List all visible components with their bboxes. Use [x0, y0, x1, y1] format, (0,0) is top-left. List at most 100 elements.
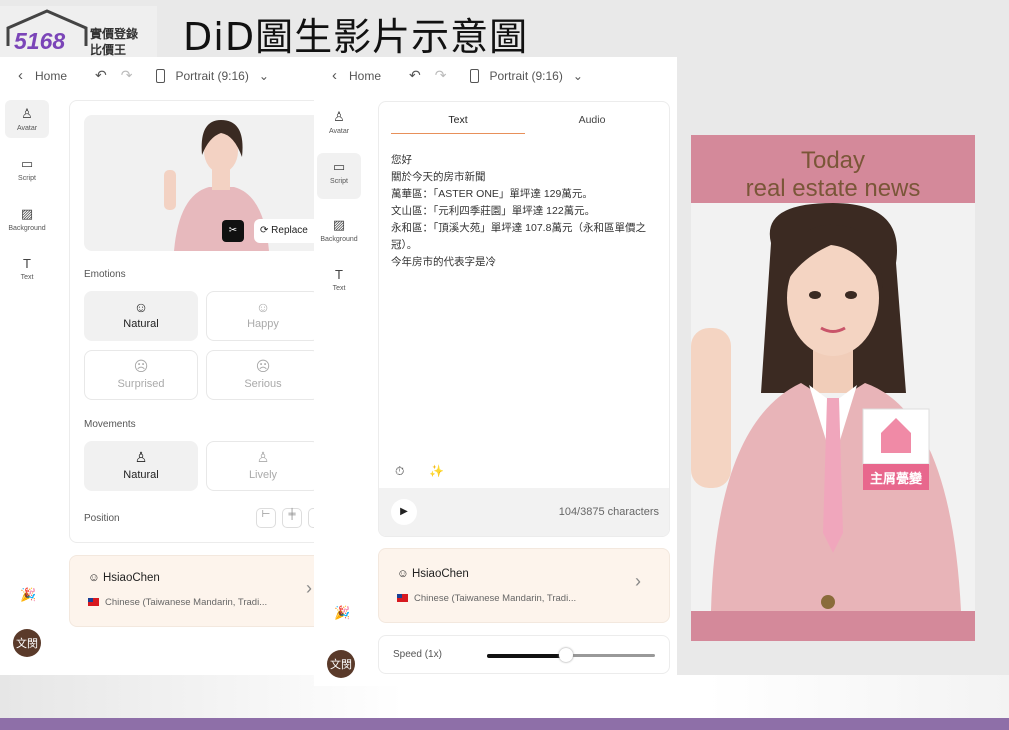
format-select[interactable]: Portrait (9:16): [489, 69, 562, 83]
nav-script[interactable]: ▭ Script: [317, 153, 361, 199]
preview-title-line1: Today: [800, 147, 866, 174]
redo-icon[interactable]: ↷: [435, 67, 447, 84]
nav-avatar[interactable]: ♙ Avatar: [5, 100, 49, 138]
movement-label: Lively: [248, 469, 278, 481]
movement-label: Natural: [123, 469, 159, 481]
home-link[interactable]: Home: [349, 69, 381, 83]
voice-avatar-icon: ☺: [88, 572, 103, 584]
nav-text[interactable]: T Text: [5, 250, 49, 287]
voice-selector[interactable]: ☺ HsiaoChen Chinese (Taiwanese Mandarin,…: [69, 555, 329, 627]
confetti-icon[interactable]: 🎉: [334, 605, 350, 621]
chevron-down-icon[interactable]: ⌄: [259, 69, 269, 83]
refresh-icon: ⟳: [260, 225, 272, 236]
text-icon: T: [335, 267, 343, 282]
voice-avatar-icon: ☺: [397, 568, 412, 580]
surprised-face-icon: ☹: [133, 358, 149, 374]
middle-editor-panel: ‹ Home ↶ ↷ Portrait (9:16) ⌄ ♙ Avatar ▭ Sc…: [314, 57, 677, 686]
logo: 5168 實價登錄 比價王: [0, 6, 157, 58]
left-editor-panel: ‹ Home ↶ ↷ Portrait (9:16) ⌄ ♙ Avatar ▭ Sc…: [0, 57, 329, 675]
presenter-image: 主屑甍變: [691, 203, 975, 611]
play-button[interactable]: ▶: [391, 499, 417, 525]
slide-title: DiD圖生影片示意圖: [183, 15, 529, 59]
taiwan-flag-icon: [88, 598, 99, 607]
chevron-down-icon[interactable]: ⌄: [573, 69, 583, 83]
nav-label: Avatar: [328, 128, 350, 135]
home-link[interactable]: Home: [35, 69, 67, 83]
tab-audio[interactable]: Audio: [525, 114, 659, 126]
back-icon[interactable]: ‹: [18, 67, 23, 84]
taiwan-flag-icon: [397, 594, 408, 603]
happy-face-icon: ☺: [255, 299, 271, 315]
avatar-thumbnail: ✂ ⟳ Replace: [84, 115, 324, 251]
character-count: 104/3875 characters: [558, 506, 659, 518]
toolbar: ‹ Home ↶ ↷ Portrait (9:16) ⌄: [332, 67, 583, 84]
movement-lively[interactable]: ♙ Lively: [206, 441, 320, 491]
nav-background[interactable]: ▨ Background: [5, 200, 49, 238]
preview-title: Today real estate news: [691, 147, 975, 203]
hatch-icon: ▨: [332, 217, 346, 232]
chevron-right-icon: ›: [306, 578, 312, 598]
phone-icon: [470, 68, 480, 83]
speech-bubble-icon: ▭: [20, 156, 34, 171]
nav-label: Background: [320, 236, 358, 243]
timer-icon[interactable]: ⏱: [395, 464, 404, 479]
logo-line1: 實價登錄: [90, 27, 139, 41]
speed-slider[interactable]: [487, 648, 655, 662]
undo-icon[interactable]: ↶: [409, 67, 421, 84]
scissors-icon[interactable]: ✂: [222, 220, 244, 242]
emotion-natural[interactable]: ☺ Natural: [84, 291, 198, 341]
nav-background[interactable]: ▨ Background: [317, 211, 361, 249]
movements-label: Movements: [84, 419, 136, 430]
confetti-icon[interactable]: 🎉: [20, 587, 36, 603]
preview-title-line2: real estate news: [745, 175, 921, 202]
redo-icon[interactable]: ↷: [121, 67, 133, 84]
speed-label: Speed (1x): [393, 649, 442, 660]
emotion-label: Happy: [247, 318, 279, 330]
serious-face-icon: ☹: [255, 358, 271, 374]
nav-label: Avatar: [16, 125, 38, 132]
nav-label: Script: [330, 178, 348, 185]
person-standing-icon: ♙: [134, 449, 148, 465]
avatar-settings-card: ✂ ⟳ Replace Emotions ☺ Natural ☺ Happy ☹ Su…: [69, 100, 329, 543]
speed-slider-fill: [487, 653, 566, 658]
emotion-happy[interactable]: ☺ Happy: [206, 291, 320, 341]
undo-icon[interactable]: ↶: [95, 67, 107, 84]
emotion-label: Serious: [244, 378, 282, 390]
movement-natural[interactable]: ♙ Natural: [84, 441, 198, 491]
voice-name: HsiaoChen: [411, 568, 469, 580]
voice-language: Chinese (Taiwanese Mandarin, Tradi...: [105, 597, 268, 608]
nav-label: Text: [332, 285, 346, 292]
magic-wand-icon[interactable]: ✨: [429, 464, 444, 478]
video-preview: Today real estate news 主屑甍變: [691, 135, 975, 641]
align-center-icon[interactable]: ╪: [282, 508, 302, 528]
back-icon[interactable]: ‹: [332, 67, 337, 84]
emotion-label: Natural: [123, 318, 159, 330]
script-textarea[interactable]: 您好 關於今天的房市新聞 萬華區：「ASTER ONE」單坪達 129萬元。 文…: [391, 152, 661, 271]
tab-text[interactable]: Text: [391, 114, 525, 134]
nav-avatar[interactable]: ♙ Avatar: [317, 103, 361, 141]
align-left-icon[interactable]: ⊢: [256, 508, 276, 528]
nav-label: Text: [20, 274, 34, 281]
user-avatar[interactable]: 文閔: [327, 650, 355, 678]
neutral-face-icon: ☺: [133, 299, 149, 315]
speed-slider-thumb[interactable]: [558, 648, 573, 662]
user-avatar[interactable]: 文閔: [13, 629, 41, 657]
voice-language: Chinese (Taiwanese Mandarin, Tradi...: [414, 593, 577, 604]
person-icon: ♙: [21, 106, 33, 121]
nav-text[interactable]: T Text: [317, 261, 361, 298]
emotion-serious[interactable]: ☹ Serious: [206, 350, 320, 400]
voice-name: HsiaoChen: [102, 572, 160, 584]
position-label: Position: [84, 513, 120, 524]
nav-script[interactable]: ▭ Script: [5, 150, 49, 188]
voice-selector[interactable]: ☺ HsiaoChen Chinese (Taiwanese Mandarin,…: [378, 548, 670, 623]
person-icon: ♙: [333, 109, 345, 124]
emotion-surprised[interactable]: ☹ Surprised: [84, 350, 198, 400]
logo-number: 5168: [14, 28, 66, 54]
text-icon: T: [23, 256, 31, 271]
toolbar: ‹ Home ↶ ↷ Portrait (9:16) ⌄: [18, 67, 269, 84]
format-select[interactable]: Portrait (9:16): [175, 69, 248, 83]
phone-icon: [156, 68, 166, 83]
speech-bubble-icon: ▭: [332, 159, 346, 174]
script-card: Text Audio 您好 關於今天的房市新聞 萬華區：「ASTER ONE」單…: [378, 101, 670, 537]
emotion-label: Surprised: [117, 378, 165, 390]
